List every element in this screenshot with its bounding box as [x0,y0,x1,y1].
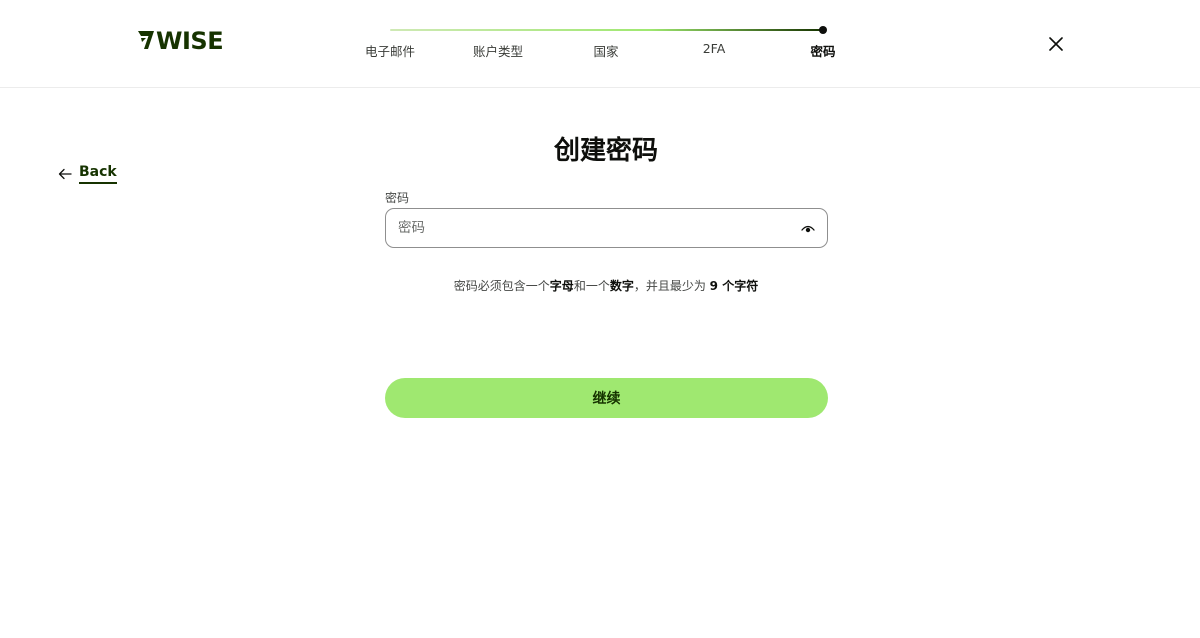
step-email: 电子邮件 [364,44,416,59]
hint-text-1: 密码必须包含一个 [453,279,550,293]
wise-logo[interactable]: WISE [137,26,227,54]
page-title: 创建密码 [553,136,658,166]
eye-icon [801,225,815,233]
hint-letter: 字母 [549,279,574,293]
hint-text-2: 和一个 [573,279,610,293]
back-label: Back [79,164,117,184]
step-password: 密码 [810,44,836,59]
wise-logo-mark: WISE [138,27,224,54]
top-header: WISE 电子邮件 账户类型 国家 2FA 密码 [0,0,1200,88]
close-button[interactable] [1043,31,1069,57]
progress-current-dot [819,26,827,34]
continue-button[interactable]: 继续 [385,378,828,418]
step-2fa: 2FA [702,41,726,56]
password-field [385,208,828,248]
show-password-button[interactable] [799,220,817,238]
signup-progress-stepper: 电子邮件 账户类型 国家 2FA 密码 [360,20,860,70]
logo-text: WISE [156,27,223,54]
step-country: 国家 [593,44,619,59]
hint-number: 数字 [609,279,634,293]
close-icon [1049,37,1063,51]
hint-min-chars: 9 个字符 [709,279,759,293]
step-account-type: 账户类型 [472,44,524,59]
password-requirements-hint: 密码必须包含一个字母和一个数字，并且最少为 9 个字符 [0,277,1200,294]
hint-text-3: ，并且最少为 [633,279,710,293]
password-input[interactable] [398,209,788,247]
password-label: 密码 [385,191,410,205]
arrow-left-icon [58,168,72,180]
progress-track [390,29,823,31]
signup-password-page: WISE 电子邮件 账户类型 国家 2FA 密码 Back 创建密码 密码 密码… [0,0,1200,638]
